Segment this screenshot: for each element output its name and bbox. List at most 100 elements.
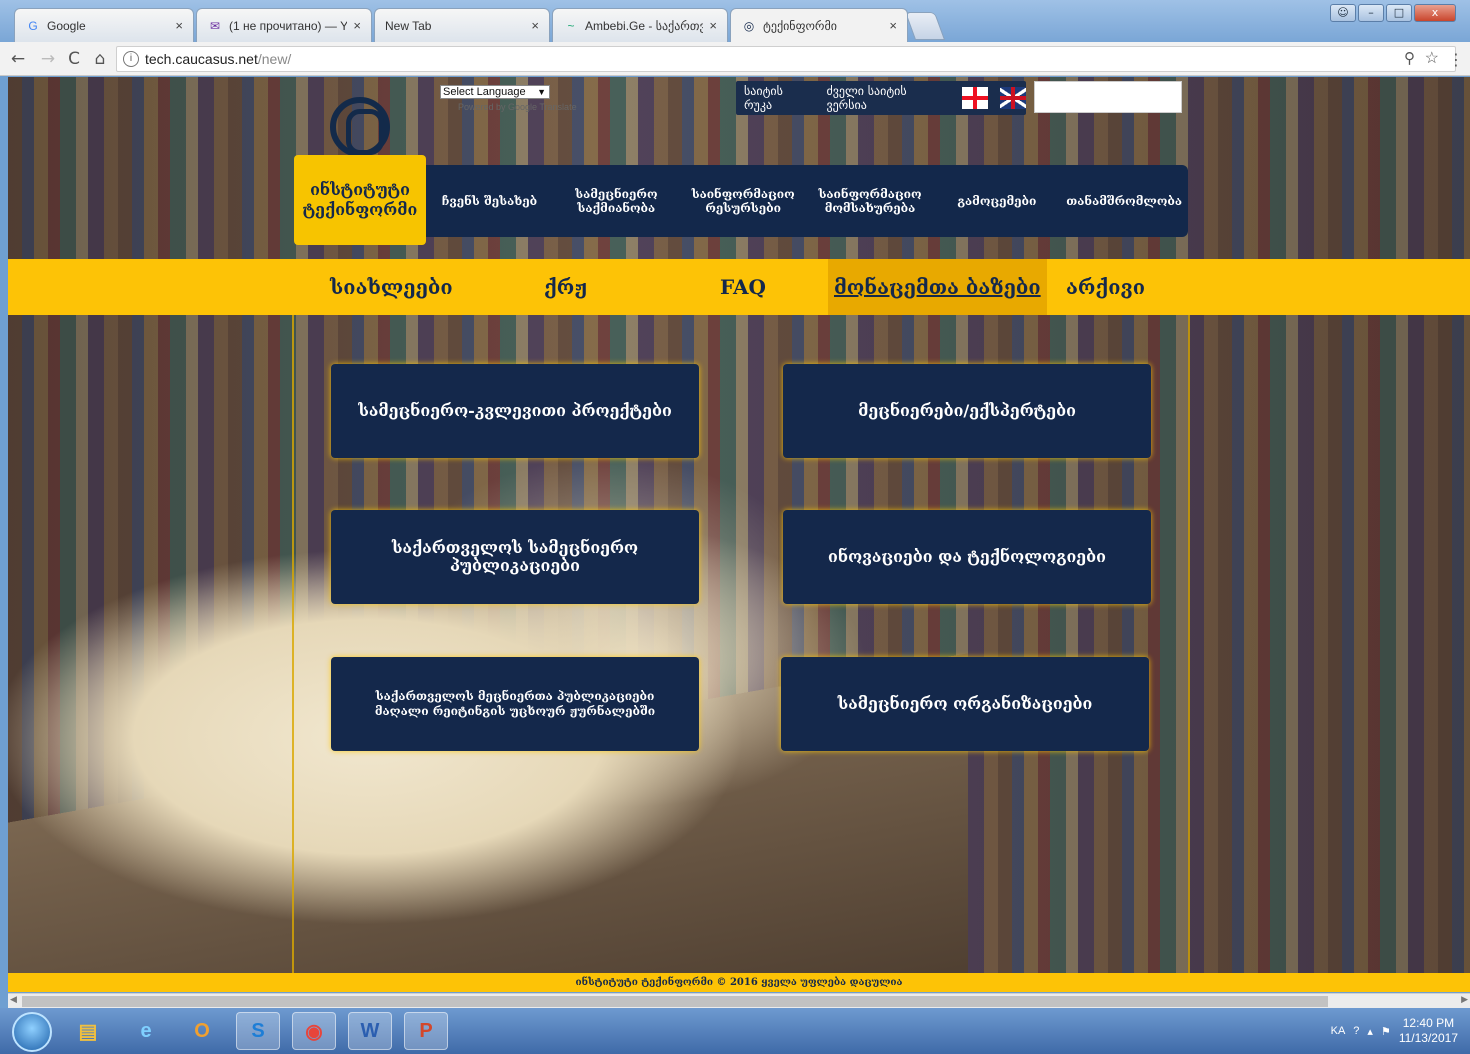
card-label: მეცნიერები/ექსპერტები [858,401,1076,420]
horizontal-scrollbar[interactable]: ◀ ▶ [8,993,1470,1008]
scrollbar-thumb[interactable] [22,996,1328,1007]
clock-date: 11/13/2017 [1398,1031,1458,1045]
card-label: ინოვაციები და ტექნოლოგიები [828,547,1106,566]
close-icon[interactable]: × [709,18,717,33]
close-icon[interactable]: × [889,18,897,33]
browser-tab-strip: G Google × ✉ (1 не прочитано) — Yah × Ne… [0,0,1470,42]
uk-flag-icon[interactable] [1000,87,1026,109]
url-path: /new/ [257,51,292,67]
skype-icon[interactable]: S [236,1012,280,1050]
outlook-icon[interactable]: O [180,1012,224,1050]
forward-icon[interactable]: → [38,49,58,69]
system-tray: KA ? ▴ ⚑ 12:40 PM 11/13/2017 [1331,1016,1458,1046]
card-scientists-experts[interactable]: მეცნიერები/ექსპერტები [783,364,1151,458]
language-select-value: Select Language [443,86,526,98]
tab-yahoo-mail[interactable]: ✉ (1 не прочитано) — Yah × [196,8,372,42]
footer: ინსტიტუტი ტექინფორმი © 2016 ყველა უფლება… [8,973,1470,992]
screen: G Google × ✉ (1 не прочитано) — Yah × Ne… [0,0,1470,1054]
sub-nav: სიახლეები ქრჟ FAQ მონაცემთა ბაზები არქივ… [8,259,1470,315]
tab-label: (1 не прочитано) — Yah [229,18,348,33]
close-icon[interactable]: × [531,18,539,33]
home-icon[interactable]: ⌂ [90,49,110,69]
clock-time: 12:40 PM [1402,1016,1455,1030]
url-host: tech.caucasus.net [145,51,258,67]
help-icon[interactable]: ? [1353,1025,1359,1037]
tab-new-tab[interactable]: New Tab × [374,8,550,42]
browser-toolbar: ← → C ⌂ i tech.caucasus.net/new/ ⚲ ☆ ⋮ [0,42,1470,76]
google-translate-label: Powered by Google Translate [458,102,577,112]
info-icon[interactable]: i [123,51,139,67]
user-icon[interactable]: ☺ [1330,4,1356,22]
card-label: საქართველოს სამეცნიერო პუბლიკაციები [391,538,639,575]
logo[interactable]: ინსტიტუტი ტექინფორმი [294,155,426,245]
close-window-button[interactable]: x [1414,4,1456,22]
ambebi-icon: ~ [567,18,575,33]
subnav-item-archive[interactable]: არქივი [1066,259,1145,315]
sitemap-link[interactable]: საიტის რუკა [744,84,814,112]
minimize-button[interactable]: – [1358,4,1384,22]
maximize-button[interactable]: □ [1386,4,1412,22]
language-select[interactable]: Select Language ▼ [440,85,550,99]
tab-techinformi[interactable]: ◎ ტექინფორმი × [730,8,908,42]
nav-item-information-resources[interactable]: საინფორმაციო რესურსები [680,187,807,215]
search-input[interactable] [1034,81,1182,113]
window-controls: ☺ – □ x [1330,4,1456,22]
tab-ambebi[interactable]: ~ Ambebi.Ge - საქართვე × [552,8,728,42]
mail-icon: ✉ [209,18,221,33]
flag-icon[interactable]: ⚑ [1381,1025,1391,1038]
tab-label: New Tab [385,18,432,33]
card-innovations-technologies[interactable]: ინოვაციები და ტექნოლოგიები [783,510,1151,604]
tab-label: ტექინფორმი [763,18,837,33]
internet-explorer-icon[interactable]: e [124,1012,168,1050]
nav-item-scientific-activity[interactable]: სამეცნიერო საქმიანობა [553,187,680,215]
techinformi-icon: ◎ [743,18,755,33]
back-icon[interactable]: ← [8,49,28,69]
start-button[interactable] [12,1012,52,1052]
old-version-link[interactable]: ძველი საიტის ვერსია [826,84,950,112]
nav-item-information-services[interactable]: საინფორმაციო მომსახურება [807,187,934,215]
footer-text: ინსტიტუტი ტექინფორმი © 2016 ყველა უფლება… [575,977,903,988]
tab-label: Ambebi.Ge - საქართვე [585,18,704,33]
network-icon[interactable]: ▴ [1367,1025,1373,1038]
subnav-item-databases[interactable]: მონაცემთა ბაზები [828,259,1047,315]
nav-item-cooperation[interactable]: თანამშრომლობა [1060,194,1188,208]
card-scientific-organizations[interactable]: სამეცნიერო ორგანიზაციები [781,657,1149,751]
clock[interactable]: 12:40 PM 11/13/2017 [1399,1016,1458,1046]
tab-label: Google [47,18,86,33]
top-utility-bar: საიტის რუკა ძველი საიტის ვერსია [736,81,1026,115]
nav-item-publications[interactable]: გამოცემები [933,194,1060,208]
star-icon[interactable]: ☆ [1425,47,1439,71]
reload-icon[interactable]: C [64,49,84,69]
card-georgian-publications[interactable]: საქართველოს სამეცნიერო პუბლიკაციები [331,510,699,604]
card-label: საქართველოს მეცნიერთა პუბლიკაციები მაღალ… [374,689,656,718]
explorer-icon[interactable]: ▤ [66,1012,110,1050]
main-nav: ჩვენს შესახებ სამეცნიერო საქმიანობა საინ… [426,165,1188,237]
logo-text: ინსტიტუტი ტექინფორმი [302,180,418,219]
web-page: Select Language ▼ Powered by Google Tran… [8,77,1470,992]
chrome-icon[interactable]: ◉ [292,1012,336,1050]
scroll-right-icon[interactable]: ▶ [1461,995,1468,1005]
powerpoint-icon[interactable]: P [404,1012,448,1050]
dropdown-arrow-icon: ▼ [537,87,546,97]
address-bar[interactable]: i tech.caucasus.net/new/ ⚲ ☆ [116,46,1456,72]
zoom-icon[interactable]: ⚲ [1404,47,1415,71]
content-border-left [292,315,294,973]
tab-google[interactable]: G Google × [14,8,194,42]
nav-item-about[interactable]: ჩვენს შესახებ [426,194,553,208]
google-icon: G [28,18,38,33]
new-tab-button[interactable] [904,12,946,40]
logo-icon[interactable] [330,97,390,157]
close-icon[interactable]: × [175,18,183,33]
close-icon[interactable]: × [353,18,361,33]
subnav-item-news[interactable]: სიახლეები [330,259,453,315]
subnav-item-krzh[interactable]: ქრჟ [544,259,587,315]
subnav-item-faq[interactable]: FAQ [720,259,766,315]
language-indicator[interactable]: KA [1331,1025,1346,1037]
scroll-left-icon[interactable]: ◀ [10,995,17,1005]
card-research-projects[interactable]: სამეცნიერო-კვლევითი პროექტები [331,364,699,458]
card-high-rating-publications[interactable]: საქართველოს მეცნიერთა პუბლიკაციები მაღალ… [331,657,699,751]
word-icon[interactable]: W [348,1012,392,1050]
menu-icon[interactable]: ⋮ [1448,50,1464,69]
card-label: სამეცნიერო-კვლევითი პროექტები [358,401,672,420]
georgian-flag-icon[interactable] [962,87,989,109]
